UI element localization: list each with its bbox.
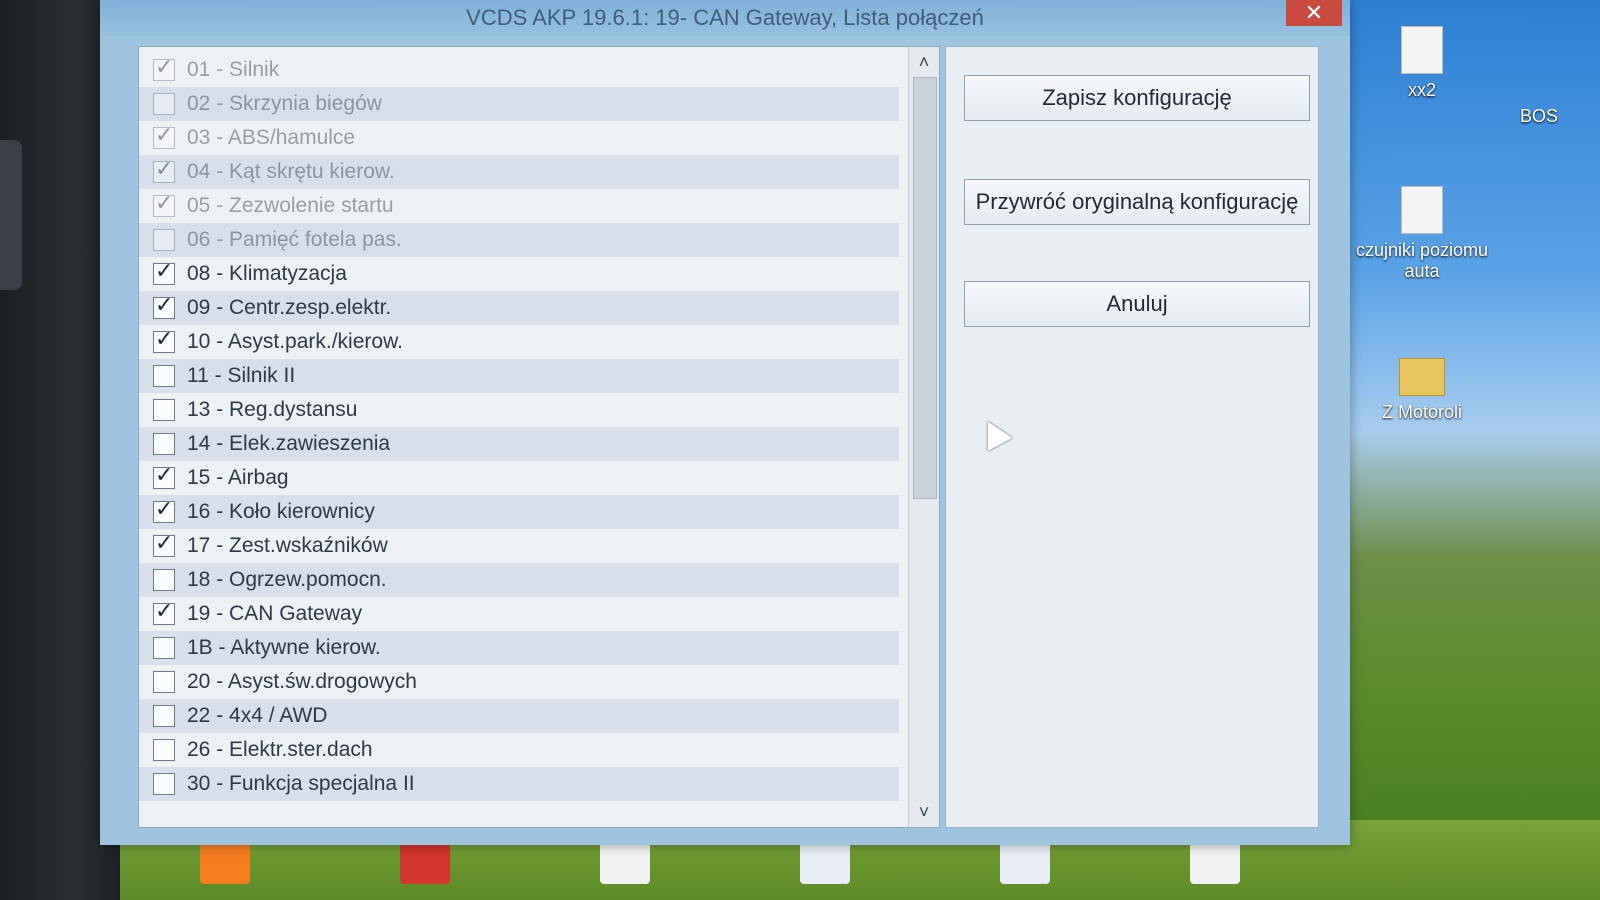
list-item[interactable]: 15 - Airbag — [139, 461, 899, 495]
module-checkbox[interactable] — [153, 463, 175, 489]
module-checkbox[interactable] — [153, 739, 175, 761]
module-checkbox[interactable] — [153, 123, 175, 149]
restore-config-label: Przywróć oryginalną konfigurację — [975, 189, 1299, 214]
module-label: 17 - Zest.wskaźników — [187, 534, 388, 557]
module-label: 03 - ABS/hamulce — [187, 126, 356, 149]
restore-config-button[interactable]: Przywróć oryginalną konfigurację — [964, 179, 1310, 225]
module-checkbox[interactable] — [153, 671, 175, 693]
file-icon — [1401, 26, 1443, 74]
desktop-icon-label: czujniki poziomu auta — [1355, 240, 1489, 281]
desktop-icon-label: xx2 — [1407, 80, 1436, 100]
list-item[interactable]: 19 - CAN Gateway — [139, 597, 899, 631]
list-item[interactable]: 06 - Pamięć fotela pas. — [139, 223, 899, 257]
list-item[interactable]: 16 - Koło kierownicy — [139, 495, 899, 529]
file-icon — [1401, 186, 1443, 234]
save-config-label: Zapisz konfigurację — [1042, 85, 1232, 110]
module-label: 26 - Elektr.ster.dach — [187, 738, 373, 761]
module-label: 10 - Asyst.park./kierow. — [187, 330, 403, 353]
list-item[interactable]: 05 - Zezwolenie startu — [139, 189, 899, 223]
module-label: 16 - Koło kierownicy — [187, 500, 375, 523]
bezel-hinge — [0, 140, 22, 290]
module-label: 01 - Silnik — [187, 58, 280, 81]
module-label: 05 - Zezwolenie startu — [187, 194, 394, 217]
module-label: 19 - CAN Gateway — [187, 602, 363, 625]
module-checkbox[interactable] — [153, 365, 175, 387]
module-label: 02 - Skrzynia biegów — [187, 92, 382, 115]
module-label: 18 - Ogrzew.pomocn. — [187, 568, 387, 591]
list-item[interactable]: 03 - ABS/hamulce — [139, 121, 899, 155]
module-checkbox[interactable] — [153, 55, 175, 81]
save-config-button[interactable]: Zapisz konfigurację — [964, 75, 1310, 121]
scroll-thumb[interactable] — [913, 77, 937, 499]
close-button[interactable]: ✕ — [1286, 0, 1342, 26]
close-icon: ✕ — [1304, 0, 1324, 25]
list-item[interactable]: 01 - Silnik — [139, 53, 899, 87]
list-item[interactable]: 26 - Elektr.ster.dach — [139, 733, 899, 767]
module-checkbox[interactable] — [153, 637, 175, 659]
module-checkbox[interactable] — [153, 497, 175, 523]
list-item[interactable]: 17 - Zest.wskaźników — [139, 529, 899, 563]
desktop-icon-label: BOS — [1520, 106, 1559, 126]
scroll-up-button[interactable]: ˄ — [909, 47, 939, 77]
connection-list-window: VCDS AKP 19.6.1: 19- CAN Gateway, Lista … — [100, 0, 1350, 845]
desktop-icon-z-motoroli[interactable]: Z Motoroli — [1352, 358, 1492, 423]
module-label: 09 - Centr.zesp.elektr. — [187, 296, 392, 319]
module-label: 06 - Pamięć fotela pas. — [187, 228, 402, 251]
chevron-up-icon: ˄ — [918, 52, 930, 72]
desktop-icon-czujniki[interactable]: czujniki poziomu auta — [1352, 186, 1492, 282]
module-checkbox[interactable] — [153, 531, 175, 557]
folder-icon — [1399, 358, 1445, 396]
desktop-icon-xx2[interactable]: xx2 — [1352, 26, 1492, 101]
list-item[interactable]: 04 - Kąt skrętu kierow. — [139, 155, 899, 189]
list-item[interactable]: 13 - Reg.dystansu — [139, 393, 899, 427]
module-label: 22 - 4x4 / AWD — [187, 704, 328, 727]
module-checkbox[interactable] — [153, 599, 175, 625]
module-label: 04 - Kąt skrętu kierow. — [187, 160, 395, 183]
cancel-button[interactable]: Anuluj — [964, 281, 1310, 327]
list-item[interactable]: 18 - Ogrzew.pomocn. — [139, 563, 899, 597]
window-title: VCDS AKP 19.6.1: 19- CAN Gateway, Lista … — [466, 5, 984, 30]
module-checkbox[interactable] — [153, 259, 175, 285]
module-label: 11 - Silnik II — [187, 364, 296, 387]
chevron-down-icon: ˅ — [918, 802, 930, 822]
module-checkbox[interactable] — [153, 93, 175, 115]
window-titlebar[interactable]: VCDS AKP 19.6.1: 19- CAN Gateway, Lista … — [100, 0, 1350, 36]
module-label: 13 - Reg.dystansu — [187, 398, 358, 421]
module-label: 30 - Funkcja specjalna II — [187, 772, 415, 795]
cancel-label: Anuluj — [1106, 291, 1168, 316]
module-checkbox[interactable] — [153, 399, 175, 421]
list-item[interactable]: 02 - Skrzynia biegów — [139, 87, 899, 121]
module-checkbox[interactable] — [153, 157, 175, 183]
desktop-icon-label: Z Motoroli — [1381, 402, 1462, 422]
desktop-icon-partial[interactable]: BOS — [1520, 106, 1600, 127]
list-item[interactable]: 14 - Elek.zawieszenia — [139, 427, 899, 461]
module-label: 20 - Asyst.św.drogowych — [187, 670, 417, 693]
list-item[interactable]: 1B - Aktywne kierow. — [139, 631, 899, 665]
module-label: 15 - Airbag — [187, 466, 289, 489]
list-item[interactable]: 08 - Klimatyzacja — [139, 257, 899, 291]
list-item[interactable]: 20 - Asyst.św.drogowych — [139, 665, 899, 699]
module-label: 14 - Elek.zawieszenia — [187, 432, 391, 455]
module-checkbox[interactable] — [153, 293, 175, 319]
module-checkbox[interactable] — [153, 433, 175, 455]
list-scrollbar[interactable]: ˄ ˅ — [908, 47, 939, 827]
module-checkbox[interactable] — [153, 569, 175, 591]
module-checkbox[interactable] — [153, 705, 175, 727]
module-checkbox[interactable] — [153, 229, 175, 251]
list-item[interactable]: 11 - Silnik II — [139, 359, 899, 393]
list-item[interactable]: 30 - Funkcja specjalna II — [139, 767, 899, 801]
module-label: 1B - Aktywne kierow. — [187, 636, 381, 659]
module-checkbox[interactable] — [153, 191, 175, 217]
controller-list: 01 - Silnik 02 - Skrzynia biegów 03 - ABS/… — [138, 46, 940, 828]
list-item[interactable]: 10 - Asyst.park./kierow. — [139, 325, 899, 359]
scroll-down-button[interactable]: ˅ — [909, 797, 939, 827]
list-item[interactable]: 09 - Centr.zesp.elektr. — [139, 291, 899, 325]
list-item[interactable]: 22 - 4x4 / AWD — [139, 699, 899, 733]
module-checkbox[interactable] — [153, 773, 175, 795]
module-label: 08 - Klimatyzacja — [187, 262, 347, 285]
module-checkbox[interactable] — [153, 327, 175, 353]
